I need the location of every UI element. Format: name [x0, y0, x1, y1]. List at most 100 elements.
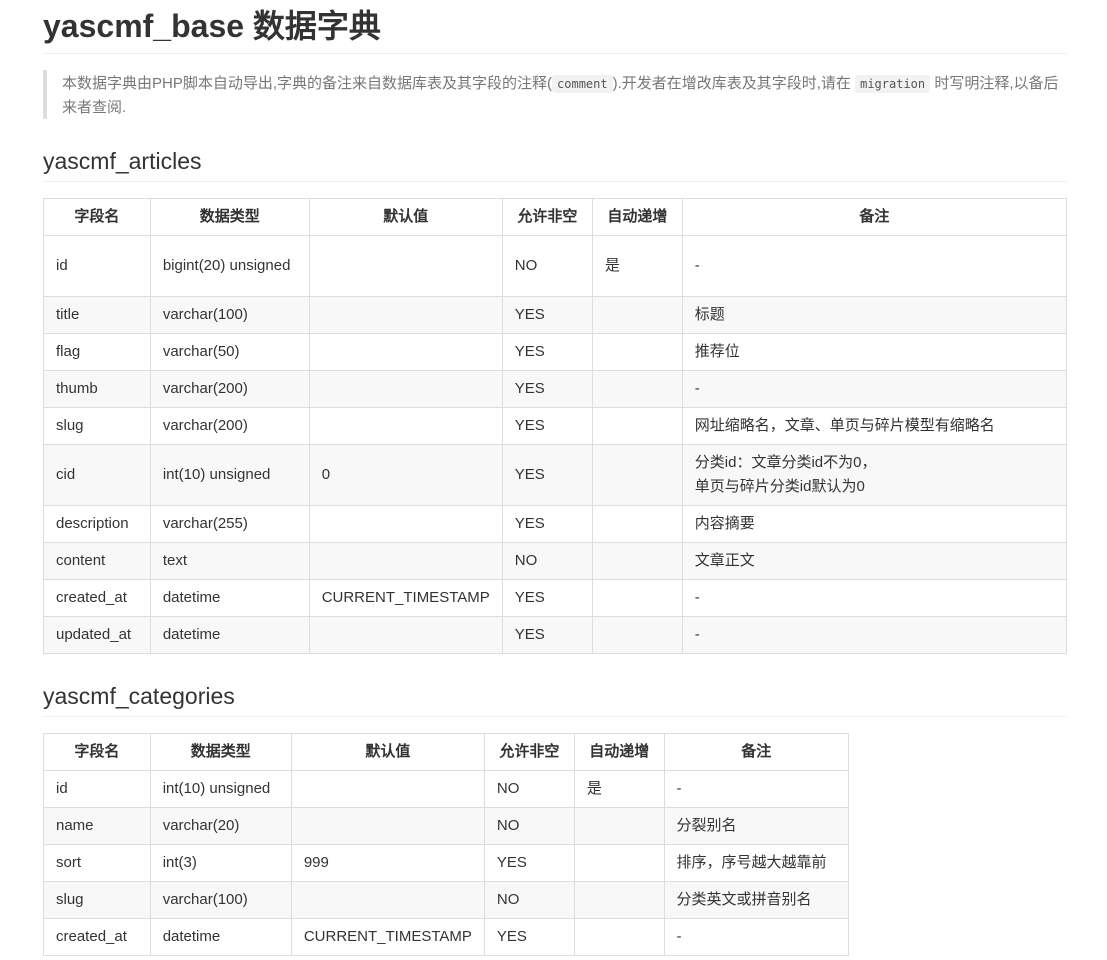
cell-type: varchar(100) [149, 881, 292, 919]
cell-field: title [43, 296, 151, 334]
cell-type: int(3) [149, 844, 292, 882]
column-header-nullable: 允许非空 [483, 733, 575, 771]
cell-type: datetime [149, 616, 310, 654]
cell-type: varchar(50) [149, 333, 310, 371]
cell-field: id [43, 770, 151, 808]
intro-blockquote: 本数据字典由PHP脚本自动导出,字典的备注来自数据库表及其字段的注释(comme… [43, 70, 1064, 119]
table-header-row: 字段名 数据类型 默认值 允许非空 自动递增 备注 [43, 733, 850, 771]
cell-auto-increment [573, 807, 665, 845]
intro-code-migration: migration [855, 75, 931, 93]
table-row: flag varchar(50) YES 推荐位 [43, 333, 1068, 371]
cell-type: bigint(20) unsigned [149, 235, 310, 297]
cell-auto-increment [591, 505, 683, 543]
table-row: sort int(3) 999 YES 排序，序号越大越靠前 [43, 844, 850, 882]
cell-field: content [43, 542, 151, 580]
cell-field: sort [43, 844, 151, 882]
cell-comment: 文章正文 [681, 542, 1068, 580]
cell-nullable: YES [501, 370, 593, 408]
cell-comment: 排序，序号越大越靠前 [663, 844, 850, 882]
cell-field: created_at [43, 918, 151, 956]
cell-default [308, 333, 503, 371]
cell-type: text [149, 542, 310, 580]
table-row: slug varchar(100) NO 分类英文或拼音别名 [43, 881, 850, 919]
cell-nullable: YES [501, 579, 593, 617]
cell-nullable: NO [483, 881, 575, 919]
cell-type: int(10) unsigned [149, 444, 310, 506]
cell-default: CURRENT_TIMESTAMP [290, 918, 485, 956]
cell-field: slug [43, 881, 151, 919]
column-header-type: 数据类型 [149, 733, 292, 771]
cell-comment: 网址缩略名，文章、单页与碎片模型有缩略名 [681, 407, 1068, 445]
table-row: id bigint(20) unsigned NO 是 - [43, 235, 1068, 297]
cell-field: id [43, 235, 151, 297]
table-title-categories: yascmf_categories [43, 678, 1067, 717]
table-row: id int(10) unsigned NO 是 - [43, 770, 850, 808]
cell-auto-increment [573, 881, 665, 919]
table-row: created_at datetime CURRENT_TIMESTAMP YE… [43, 918, 850, 956]
cell-type: int(10) unsigned [149, 770, 292, 808]
cell-default [290, 770, 485, 808]
cell-comment: 内容摘要 [681, 505, 1068, 543]
cell-auto-increment: 是 [591, 235, 683, 297]
cell-auto-increment [591, 579, 683, 617]
column-header-field: 字段名 [43, 733, 151, 771]
table-row: description varchar(255) YES 内容摘要 [43, 505, 1068, 543]
cell-auto-increment: 是 [573, 770, 665, 808]
cell-nullable: NO [483, 770, 575, 808]
cell-comment: 分裂别名 [663, 807, 850, 845]
cell-comment: 标题 [681, 296, 1068, 334]
cell-field: flag [43, 333, 151, 371]
column-header-auto-increment: 自动递增 [591, 198, 683, 236]
column-header-default: 默认值 [308, 198, 503, 236]
table-row: updated_at datetime YES - [43, 616, 1068, 654]
cell-nullable: YES [501, 505, 593, 543]
cell-nullable: YES [501, 296, 593, 334]
intro-text-1: 本数据字典由PHP脚本自动导出,字典的备注来自数据库表及其字段的注释( [62, 75, 553, 92]
cell-type: datetime [149, 918, 292, 956]
cell-comment: - [681, 370, 1068, 408]
cell-default [308, 407, 503, 445]
cell-auto-increment [591, 370, 683, 408]
articles-table: 字段名 数据类型 默认值 允许非空 自动递增 备注 id bigint(20) … [43, 198, 1068, 654]
cell-nullable: YES [501, 444, 593, 506]
table-row: created_at datetime CURRENT_TIMESTAMP YE… [43, 579, 1068, 617]
cell-default [290, 807, 485, 845]
cell-default [308, 370, 503, 408]
cell-field: updated_at [43, 616, 151, 654]
cell-auto-increment [591, 542, 683, 580]
cell-auto-increment [573, 844, 665, 882]
cell-type: varchar(100) [149, 296, 310, 334]
cell-field: cid [43, 444, 151, 506]
cell-default: 0 [308, 444, 503, 506]
column-header-comment: 备注 [663, 733, 850, 771]
cell-default [308, 505, 503, 543]
table-row: name varchar(20) NO 分裂别名 [43, 807, 850, 845]
cell-auto-increment [591, 333, 683, 371]
cell-default: 999 [290, 844, 485, 882]
cell-field: created_at [43, 579, 151, 617]
cell-nullable: YES [501, 616, 593, 654]
column-header-field: 字段名 [43, 198, 151, 236]
cell-comment: 分类英文或拼音别名 [663, 881, 850, 919]
cell-comment: - [663, 918, 850, 956]
page-title: yascmf_base 数据字典 [43, 0, 1067, 54]
table-header-row: 字段名 数据类型 默认值 允许非空 自动递增 备注 [43, 198, 1068, 236]
column-header-type: 数据类型 [149, 198, 310, 236]
cell-nullable: YES [501, 407, 593, 445]
table-row: thumb varchar(200) YES - [43, 370, 1068, 408]
cell-default [308, 616, 503, 654]
cell-auto-increment [573, 918, 665, 956]
cell-auto-increment [591, 444, 683, 506]
table-row: slug varchar(200) YES 网址缩略名，文章、单页与碎片模型有缩… [43, 407, 1068, 445]
cell-nullable: YES [501, 333, 593, 371]
cell-field: description [43, 505, 151, 543]
cell-default: CURRENT_TIMESTAMP [308, 579, 503, 617]
column-header-auto-increment: 自动递增 [573, 733, 665, 771]
cell-field: name [43, 807, 151, 845]
column-header-nullable: 允许非空 [501, 198, 593, 236]
cell-default [308, 542, 503, 580]
cell-comment: 推荐位 [681, 333, 1068, 371]
cell-type: varchar(20) [149, 807, 292, 845]
cell-nullable: NO [483, 807, 575, 845]
cell-nullable: NO [501, 542, 593, 580]
